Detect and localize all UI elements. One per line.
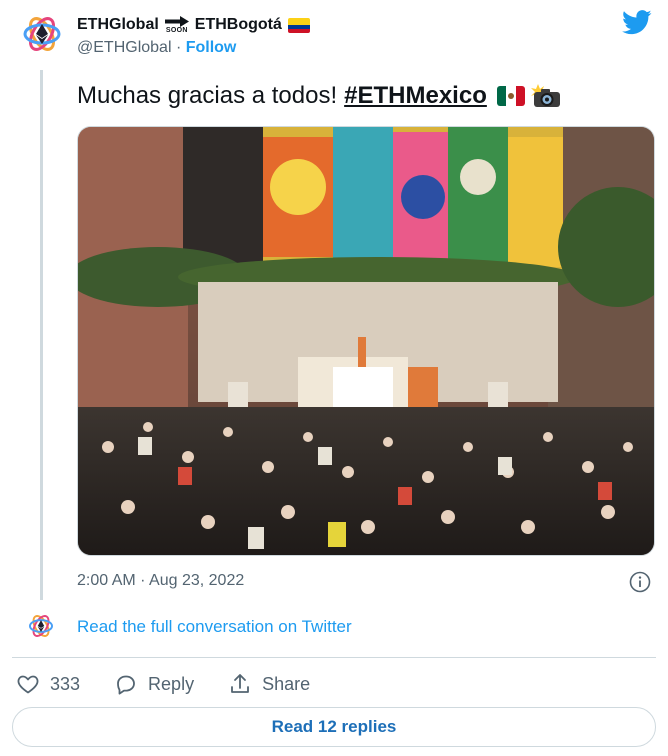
share-label: Share <box>262 673 311 694</box>
read-replies-button[interactable]: Read 12 replies <box>12 707 656 747</box>
tweet-text: Muchas gracias a todos! #ETHMexico <box>77 82 561 110</box>
display-name-right: ETHBogotá <box>194 16 282 33</box>
handle-separator: · <box>171 39 186 56</box>
share-icon <box>231 674 249 693</box>
soon-label: SOON <box>165 27 188 34</box>
camera-flash-icon <box>530 84 560 107</box>
ethglobal-avatar[interactable] <box>22 14 62 54</box>
like-count: 333 <box>50 673 81 694</box>
ethglobal-small-logo-icon <box>28 615 54 637</box>
ethglobal-logo-icon <box>23 17 61 51</box>
display-name-left: ETHGlobal <box>77 16 159 33</box>
action-bar: 333 Reply Share <box>16 670 344 698</box>
tweet-body: Muchas gracias a todos! <box>77 82 338 109</box>
reply-button[interactable]: Reply <box>114 672 194 696</box>
follow-button[interactable]: Follow <box>186 39 237 56</box>
reply-label: Reply <box>148 673 195 694</box>
like-button[interactable]: 333 <box>16 672 80 696</box>
hashtag-link[interactable]: #ETHMexico <box>344 82 487 110</box>
twitter-bird-icon[interactable] <box>622 10 652 35</box>
handle-row: @ETHGlobal · Follow <box>77 39 236 57</box>
mexico-flag-icon <box>496 86 525 106</box>
info-icon[interactable] <box>629 571 651 593</box>
event-crowd-photo <box>78 127 654 555</box>
reply-bubble-icon <box>117 675 135 695</box>
thread-line <box>40 70 43 600</box>
heart-icon <box>17 675 39 694</box>
arrow-right-icon <box>164 16 189 27</box>
colombia-flag-icon <box>287 17 310 33</box>
divider <box>12 657 656 658</box>
author-handle[interactable]: @ETHGlobal <box>77 39 172 56</box>
read-replies-label: Read 12 replies <box>271 717 397 736</box>
tweet-timestamp[interactable]: 2:00 AM · Aug 23, 2022 <box>77 572 244 590</box>
soon-arrow: SOON <box>164 16 189 34</box>
share-button[interactable]: Share <box>228 672 310 696</box>
tweet-photo[interactable] <box>77 126 655 556</box>
author-name[interactable]: ETHGlobal SOON ETHBogotá <box>77 14 310 36</box>
read-full-conversation-link[interactable]: Read the full conversation on Twitter <box>77 617 352 637</box>
